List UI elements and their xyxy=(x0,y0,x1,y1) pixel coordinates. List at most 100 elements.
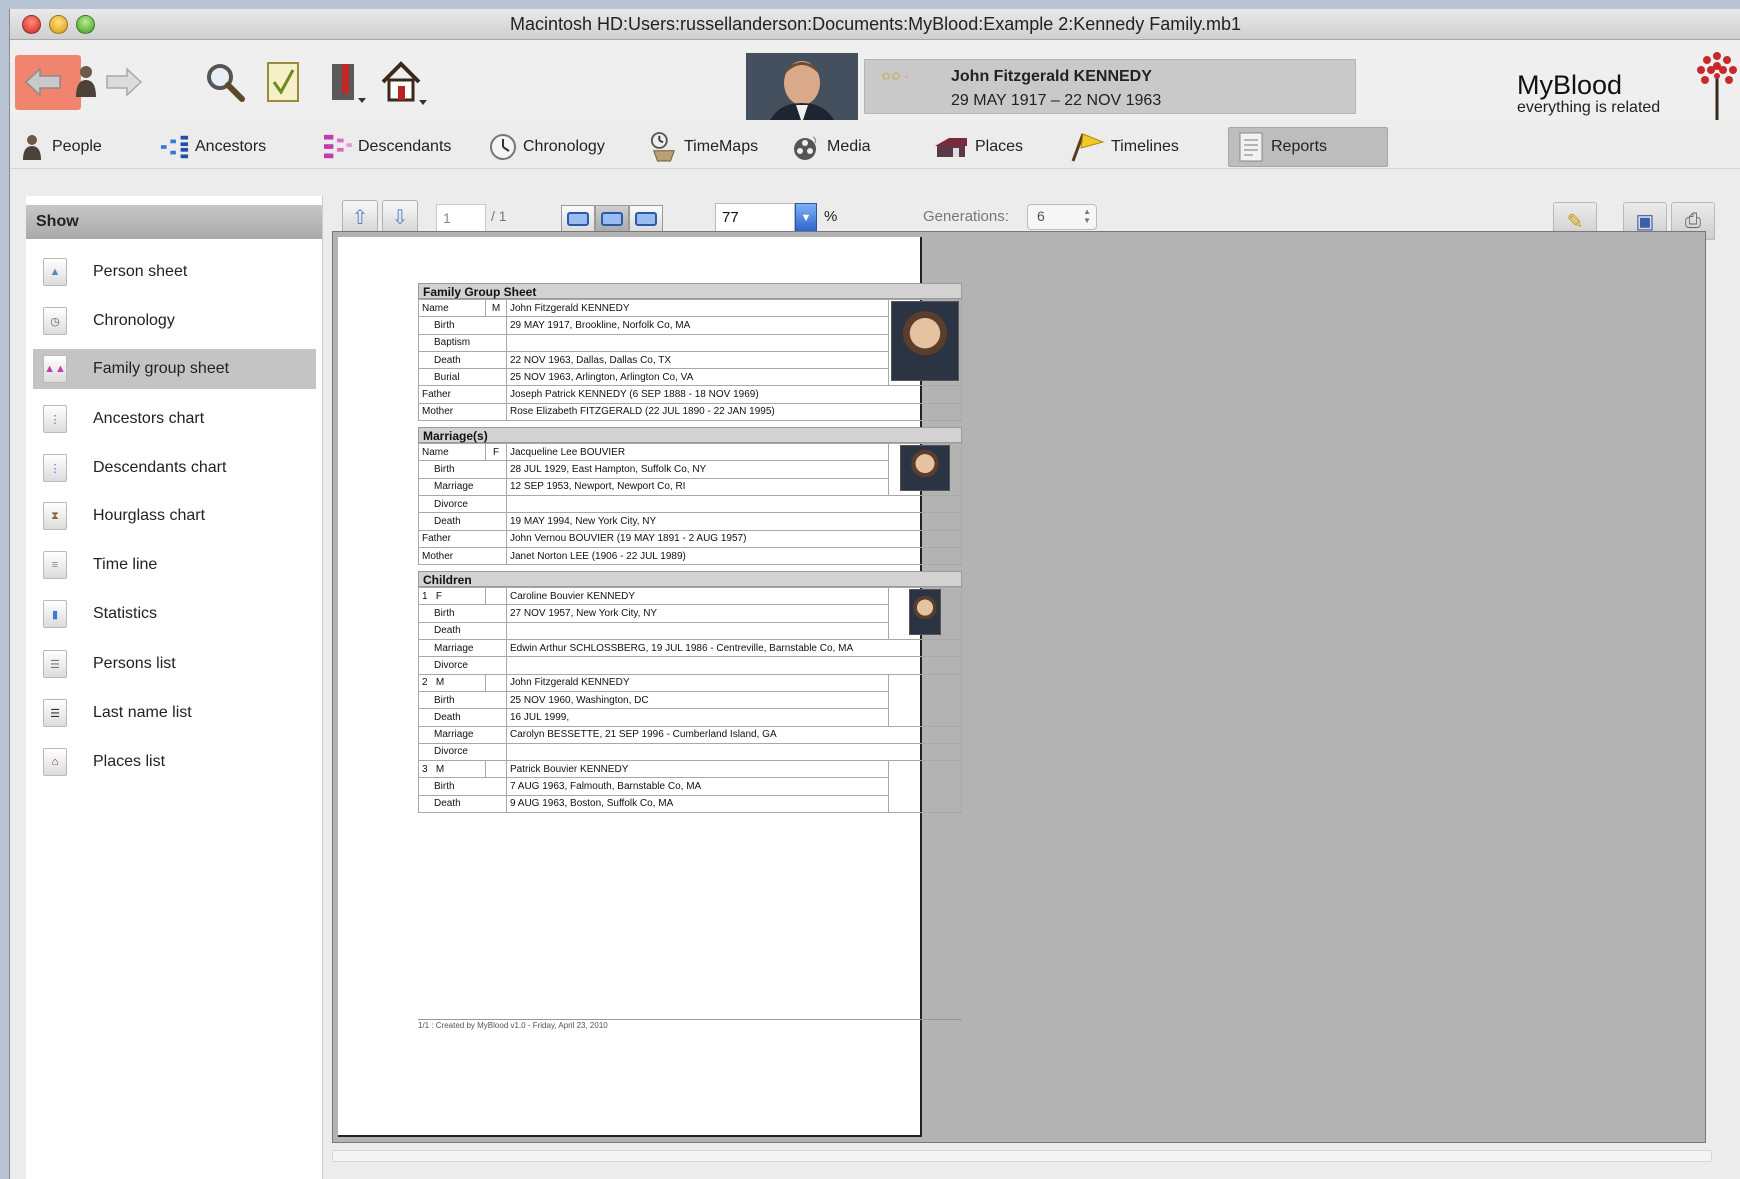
nav-chronology[interactable]: Chronology xyxy=(489,127,605,167)
fit-page-button[interactable] xyxy=(595,205,629,233)
sidebar-item-label: Chronology xyxy=(93,312,175,329)
table-row: Marriage Carolyn BESSETTE, 21 SEP 1996 - … xyxy=(418,725,962,744)
sidebar-item-hourglass-chart[interactable]: ⧗ Hourglass chart xyxy=(33,496,316,536)
report-viewer[interactable]: Family Group Sheet Name M John Fitzgeral… xyxy=(332,231,1706,1143)
nav-people[interactable]: People xyxy=(18,127,102,167)
sidebar-item-persons-list[interactable]: ☰ Persons list xyxy=(33,644,316,684)
table-row: Divorce xyxy=(418,656,962,675)
sidebar-item-time-line[interactable]: ≡ Time line xyxy=(33,545,316,585)
table-cell: Joseph Patrick KENNEDY (6 SEP 1888 - 18 … xyxy=(506,385,962,404)
current-person-photo[interactable] xyxy=(746,53,858,125)
spouse-photo xyxy=(888,443,962,496)
rating-stars[interactable]: ✩✩ · xyxy=(881,69,908,83)
table-cell xyxy=(506,333,889,352)
previous-page-button[interactable]: ⇧ xyxy=(342,200,378,234)
table-cell: Caroline Bouvier KENNEDY xyxy=(506,587,889,606)
sidebar-item-places-list[interactable]: ⌂ Places list xyxy=(33,742,316,782)
nav-media[interactable]: Media xyxy=(793,127,871,167)
sidebar-item-descendants-chart[interactable]: ⋮ Descendants chart xyxy=(33,448,316,488)
generations-stepper[interactable]: 6 ▲ ▼ xyxy=(1027,204,1097,230)
page-number-input[interactable]: 1 xyxy=(436,204,486,232)
nav-ancestors[interactable]: Ancestors xyxy=(161,127,266,167)
fit-width-button[interactable] xyxy=(561,205,595,233)
nav-media-label: Media xyxy=(827,138,871,155)
sidebar-item-chronology[interactable]: ◷ Chronology xyxy=(33,301,316,341)
last-name-list-icon: ☰ xyxy=(43,699,67,727)
report-page: Family Group Sheet Name M John Fitzgeral… xyxy=(338,237,962,1137)
nav-timelines[interactable]: Timelines xyxy=(1069,127,1179,167)
table-row: Birth 29 MAY 1917, Brookline, Norfolk Co,… xyxy=(418,316,962,335)
child-photo xyxy=(888,587,962,641)
nav-descendants[interactable]: Descendants xyxy=(324,127,451,167)
sidebar-item-label: Ancestors chart xyxy=(93,410,205,427)
table-cell: M xyxy=(485,298,507,318)
table-cell: Marriage xyxy=(418,477,507,496)
table-cell: 22 NOV 1963, Dallas, Dallas Co, TX xyxy=(506,350,889,370)
home-icon[interactable] xyxy=(379,60,429,106)
marriages-title: Marriage(s) xyxy=(418,427,962,444)
stepper-arrows-icon[interactable]: ▲ ▼ xyxy=(1083,207,1091,225)
sidebar-item-last-name-list[interactable]: ☰ Last name list xyxy=(33,693,316,733)
film-reel-icon xyxy=(793,133,821,161)
children-table: 1 F Caroline Bouvier KENNEDY Birth 27 NOV… xyxy=(418,587,962,814)
pencil-icon: ✎ xyxy=(1566,210,1584,233)
nav-places-label: Places xyxy=(975,138,1024,155)
sidebar-header: Show xyxy=(26,205,322,239)
page-footer: 1/1 : Created by MyBlood v1.0 - Friday, … xyxy=(418,1021,608,1030)
sidebar-item-statistics[interactable]: ▮ Statistics xyxy=(33,594,316,634)
table-row: Birth 25 NOV 1960, Washington, DC xyxy=(418,690,962,710)
nav-reports[interactable]: Reports xyxy=(1228,127,1388,167)
person-icon xyxy=(18,133,46,161)
table-cell xyxy=(506,656,962,675)
table-row: Baptism xyxy=(418,333,962,352)
nav-timelines-label: Timelines xyxy=(1111,138,1179,155)
house-icon: ⌂ xyxy=(43,748,67,776)
actual-size-button[interactable] xyxy=(629,205,663,233)
forward-arrow-icon[interactable] xyxy=(105,66,143,98)
descendants-chart-icon: ⋮ xyxy=(43,454,67,482)
family-group-icon: ▲▲ xyxy=(43,355,67,383)
back-arrow-icon xyxy=(24,66,62,98)
nav-people-label: People xyxy=(52,138,102,155)
actual-size-icon xyxy=(635,212,657,226)
page-total: / 1 xyxy=(491,208,507,224)
table-cell: F xyxy=(485,443,507,462)
generations-value: 6 xyxy=(1037,208,1045,224)
person-portrait-image xyxy=(891,301,959,381)
horizontal-scrollbar[interactable] xyxy=(332,1150,1712,1162)
table-row: Mother Janet Norton LEE (1906 - 22 JUL 19… xyxy=(418,546,962,566)
table-cell: Birth xyxy=(418,777,507,796)
table-cell: Birth xyxy=(418,316,507,335)
current-person-summary[interactable]: ✩✩ · John Fitzgerald KENNEDY 29 MAY 1917… xyxy=(864,59,1356,114)
table-cell: Birth xyxy=(418,690,507,710)
table-row: Name M John Fitzgerald KENNEDY xyxy=(418,298,962,387)
person-icon[interactable] xyxy=(73,64,99,98)
bookmark-icon[interactable] xyxy=(328,60,368,106)
zoom-dropdown-button[interactable]: ▼ xyxy=(795,203,817,233)
family-group-sheet: Family Group Sheet Name M John Fitzgeral… xyxy=(418,283,962,814)
sidebar-item-person-sheet[interactable]: ▲ Person sheet xyxy=(33,252,316,292)
next-page-button[interactable]: ⇩ xyxy=(382,200,418,234)
fit-page-icon xyxy=(601,212,623,226)
section-nav: People Ancestors Descendants Chronology … xyxy=(10,120,1740,169)
sidebar-item-family-group-sheet[interactable]: ▲▲ Family group sheet xyxy=(33,349,316,389)
table-cell xyxy=(485,673,507,692)
nav-timemaps[interactable]: TimeMaps xyxy=(650,127,758,167)
report-icon xyxy=(1237,132,1265,162)
search-icon[interactable] xyxy=(203,60,247,104)
table-cell: Death xyxy=(418,350,507,370)
table-row: Death xyxy=(418,621,962,641)
table-cell: 16 JUL 1999, xyxy=(506,708,889,727)
checklist-icon[interactable] xyxy=(265,60,301,104)
nav-timemaps-label: TimeMaps xyxy=(684,138,759,155)
table-cell: 9 AUG 1963, Boston, Suffolk Co, MA xyxy=(506,794,889,814)
sidebar-item-ancestors-chart[interactable]: ⋮ Ancestors chart xyxy=(33,399,316,439)
zoom-input[interactable]: 77 xyxy=(715,203,795,233)
child-sex: F xyxy=(435,590,443,602)
table-cell: Death xyxy=(418,512,507,531)
nav-places[interactable]: Places xyxy=(933,127,1023,167)
children-title: Children xyxy=(418,571,962,588)
table-cell: 12 SEP 1953, Newport, Newport Co, RI xyxy=(506,477,889,496)
table-cell: Baptism xyxy=(418,333,507,352)
zoom-unit: % xyxy=(824,208,838,225)
